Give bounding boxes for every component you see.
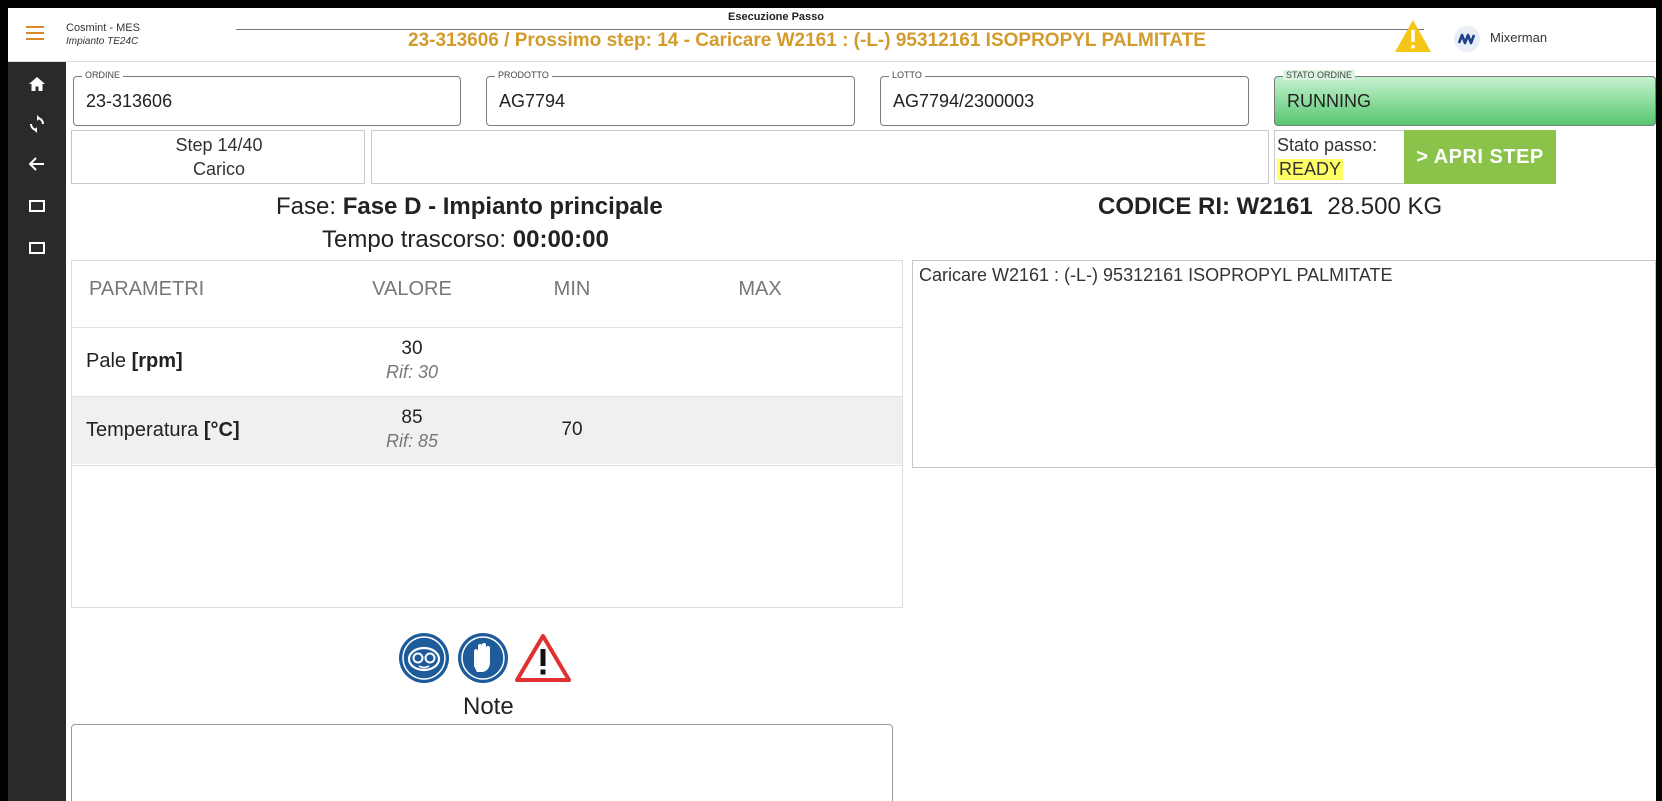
prodotto-label: PRODOTTO — [495, 70, 552, 80]
table-row: Temperatura [°C] 85 Rif: 85 70 — [72, 396, 902, 464]
lotto-value: AG7794/2300003 — [893, 91, 1035, 111]
ordine-value: 23-313606 — [86, 91, 173, 111]
app-window: Cosmint - MES Impianto TE24C Esecuzione … — [8, 8, 1656, 801]
folder-icon[interactable] — [8, 188, 66, 224]
note-label: Note — [463, 693, 514, 720]
prodotto-value: AG7794 — [499, 91, 566, 111]
param-name: Temperatura [°C] — [86, 419, 240, 441]
stato-ordine-value: RUNNING — [1287, 91, 1371, 111]
step-description-box: Caricare W2161 : (-L-) 95312161 ISOPROPY… — [912, 260, 1656, 468]
step-count: Step 14/40 — [175, 135, 263, 155]
home-icon[interactable] — [8, 66, 66, 102]
step-info-box: Step 14/40 Carico — [71, 130, 365, 184]
fase-line: Fase: Fase D - Impianto principale — [276, 193, 663, 221]
step-message-box — [371, 130, 1269, 184]
param-min: 70 — [561, 419, 583, 440]
apri-step-button[interactable]: > APRI STEP — [1404, 130, 1556, 184]
stato-passo-label: Stato passo: — [1277, 135, 1378, 155]
tempo-line: Tempo trascorso: 00:00:00 — [322, 226, 609, 254]
lotto-label: LOTTO — [889, 70, 925, 80]
step-headline: 23-313606 / Prossimo step: 14 - Caricare… — [408, 30, 1206, 51]
mixerman-logo-icon — [1454, 26, 1480, 52]
sync-icon[interactable] — [8, 106, 66, 142]
param-ref: Rif: 85 — [385, 431, 439, 451]
user-name: Mixerman — [1490, 30, 1548, 45]
fase-label: Fase: — [276, 193, 337, 220]
folder-icon-2[interactable] — [8, 230, 66, 266]
param-name: Pale [rpm] — [86, 350, 183, 372]
app-name: Cosmint - MES — [66, 22, 140, 34]
tempo-value: 00:00:00 — [512, 226, 609, 253]
quantity: 28.500 KG — [1327, 193, 1443, 220]
back-arrow-icon[interactable] — [8, 146, 66, 182]
gloves-icon — [458, 633, 508, 683]
header-parametri: PARAMETRI — [89, 278, 205, 300]
param-value: 30 — [401, 338, 423, 359]
table-divider — [72, 465, 902, 466]
parameters-table: PARAMETRI VALORE MIN MAX Pale [rpm] 30 R… — [71, 260, 903, 608]
page-title: Esecuzione Passo — [728, 11, 824, 23]
note-textarea[interactable] — [71, 724, 893, 801]
stato-passo-value: READY — [1277, 159, 1344, 180]
header-max: MAX — [738, 278, 782, 300]
lotto-field: LOTTO AG7794/2300003 — [880, 70, 1249, 126]
param-ref: Rif: 30 — [385, 362, 439, 382]
step-type: Carico — [192, 159, 245, 179]
prodotto-field: PRODOTTO AG7794 — [486, 70, 855, 126]
codice-ri: CODICE RI: W2161 — [1098, 193, 1313, 220]
warning-icon[interactable] — [1393, 18, 1433, 54]
ordine-field: ORDINE 23-313606 — [73, 70, 461, 126]
stato-ordine-field: STATO ORDINE RUNNING — [1274, 70, 1656, 126]
plant-name: Impianto TE24C — [66, 36, 139, 47]
param-value: 85 — [401, 407, 423, 428]
step-description: Caricare W2161 : (-L-) 95312161 ISOPROPY… — [919, 265, 1393, 285]
header-valore: VALORE — [372, 278, 452, 300]
table-row: Pale [rpm] 30 Rif: 30 — [72, 327, 902, 395]
goggles-icon — [399, 633, 449, 683]
hamburger-menu-icon[interactable] — [26, 26, 44, 40]
codice-line: CODICE RI: W2161 28.500 KG — [1098, 193, 1442, 221]
fase-value: Fase D - Impianto principale — [342, 193, 663, 220]
ordine-label: ORDINE — [82, 70, 124, 80]
sidebar — [8, 62, 66, 801]
header-bar: Cosmint - MES Impianto TE24C Esecuzione … — [8, 8, 1656, 62]
hazard-warning-icon — [515, 634, 571, 682]
tempo-label: Tempo trascorso: — [322, 226, 507, 253]
header-min: MIN — [553, 278, 591, 300]
stato-ordine-label: STATO ORDINE — [1283, 70, 1356, 80]
